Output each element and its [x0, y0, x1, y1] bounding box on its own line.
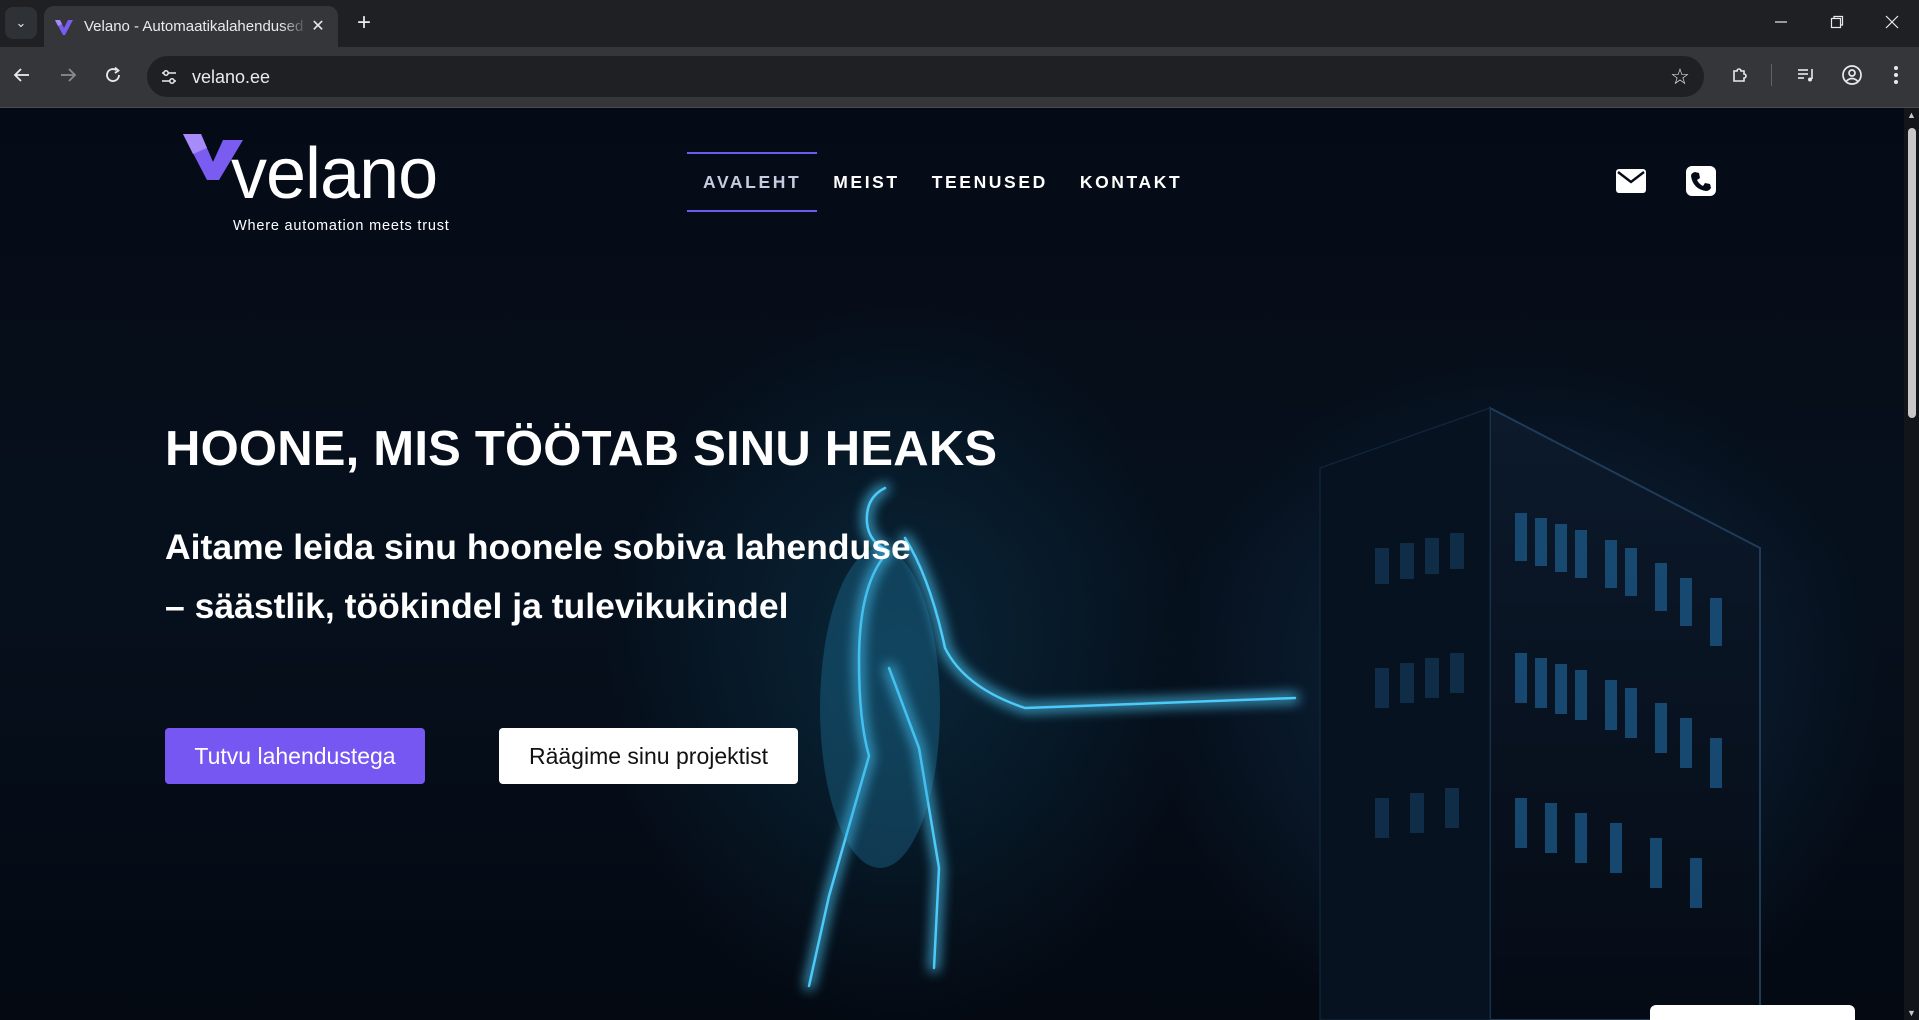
active-tab[interactable]: Velano - Automaatikalahendused ✕ [44, 6, 338, 47]
menu-icon [1894, 66, 1898, 84]
profile-icon [1842, 65, 1862, 85]
site-settings-icon [162, 70, 176, 84]
forward-icon [61, 68, 77, 82]
minimize-icon [1775, 21, 1787, 23]
back-icon [13, 68, 29, 82]
site-settings-button[interactable] [155, 63, 183, 91]
scroll-down-icon[interactable]: ▼ [1907, 1008, 1916, 1018]
restore-button[interactable] [1813, 0, 1861, 44]
plus-icon: + [356, 9, 371, 36]
hero-subtitle-line-2: – säästlik, töökindel ja tulevikukindel [165, 586, 789, 626]
back-button[interactable] [6, 59, 38, 91]
mail-icon [1616, 169, 1646, 193]
tab-title: Velano - Automaatikalahendused [84, 18, 304, 35]
velano-logo[interactable]: velano [183, 132, 503, 218]
tab-strip: ⌄ Velano - Automaatikalahendused ✕ + [0, 0, 1919, 47]
page-scrollbar[interactable]: ▲ ▼ [1904, 108, 1919, 1020]
star-icon: ☆ [1670, 64, 1690, 89]
media-control-button[interactable] [1790, 59, 1822, 91]
url-text[interactable]: velano.ee [192, 67, 270, 88]
bookmark-button[interactable]: ☆ [1666, 63, 1694, 91]
extensions-button[interactable] [1724, 59, 1756, 91]
logo-wordmark: velano [231, 134, 438, 214]
browser-chrome: ⌄ Velano - Automaatikalahendused ✕ + vel… [0, 0, 1919, 108]
logo-tagline: Where automation meets trust [233, 218, 450, 234]
profile-button[interactable] [1836, 59, 1868, 91]
velano-favicon-icon [55, 19, 73, 35]
hero-title: HOONE, MIS TÖÖTAB SINU HEAKS [165, 422, 998, 476]
discuss-project-button[interactable]: Räägime sinu projektist [499, 728, 798, 784]
new-tab-button[interactable]: + [350, 9, 378, 37]
reload-icon [106, 66, 120, 82]
minimize-button[interactable] [1757, 0, 1805, 44]
mail-button[interactable] [1615, 165, 1647, 197]
nav-item-meist[interactable]: MEIST [817, 152, 915, 212]
nav-item-avaleht[interactable]: AVALEHT [687, 152, 818, 212]
chevron-down-icon: ⌄ [15, 15, 27, 30]
floating-widget[interactable] [1650, 1005, 1855, 1020]
restore-icon [1830, 15, 1844, 29]
reload-button[interactable] [97, 59, 129, 91]
phone-icon [1686, 166, 1716, 196]
nav-item-kontakt[interactable]: KONTAKT [1064, 152, 1198, 212]
phone-button[interactable] [1685, 165, 1717, 197]
close-icon[interactable]: ✕ [308, 16, 328, 36]
building-illustration [1319, 406, 1761, 1020]
nav-item-teenused[interactable]: TEENUSED [916, 152, 1064, 212]
explore-solutions-button[interactable]: Tutvu lahendustega [165, 728, 425, 784]
browser-menu-button[interactable] [1880, 59, 1912, 91]
forward-button[interactable] [52, 59, 84, 91]
hero-subtitle: Aitame leida sinu hoonele sobiva lahendu… [165, 518, 911, 636]
browser-toolbar: velano.ee ☆ [0, 47, 1919, 108]
toolbar-divider [1771, 64, 1772, 86]
close-window-button[interactable] [1868, 0, 1916, 44]
address-bar[interactable]: velano.ee ☆ [147, 56, 1704, 97]
media-control-icon [1798, 69, 1813, 82]
close-window-icon [1885, 15, 1899, 29]
main-nav: AVALEHT MEIST TEENUSED KONTAKT [687, 152, 1198, 212]
scroll-up-icon[interactable]: ▲ [1907, 110, 1916, 120]
scrollbar-thumb[interactable] [1908, 128, 1916, 418]
webpage: velano Where automation meets trust AVAL… [0, 108, 1919, 1020]
hero-subtitle-line-1: Aitame leida sinu hoonele sobiva lahendu… [165, 527, 911, 567]
extensions-icon [1733, 68, 1747, 82]
tab-search-button[interactable]: ⌄ [5, 7, 37, 39]
